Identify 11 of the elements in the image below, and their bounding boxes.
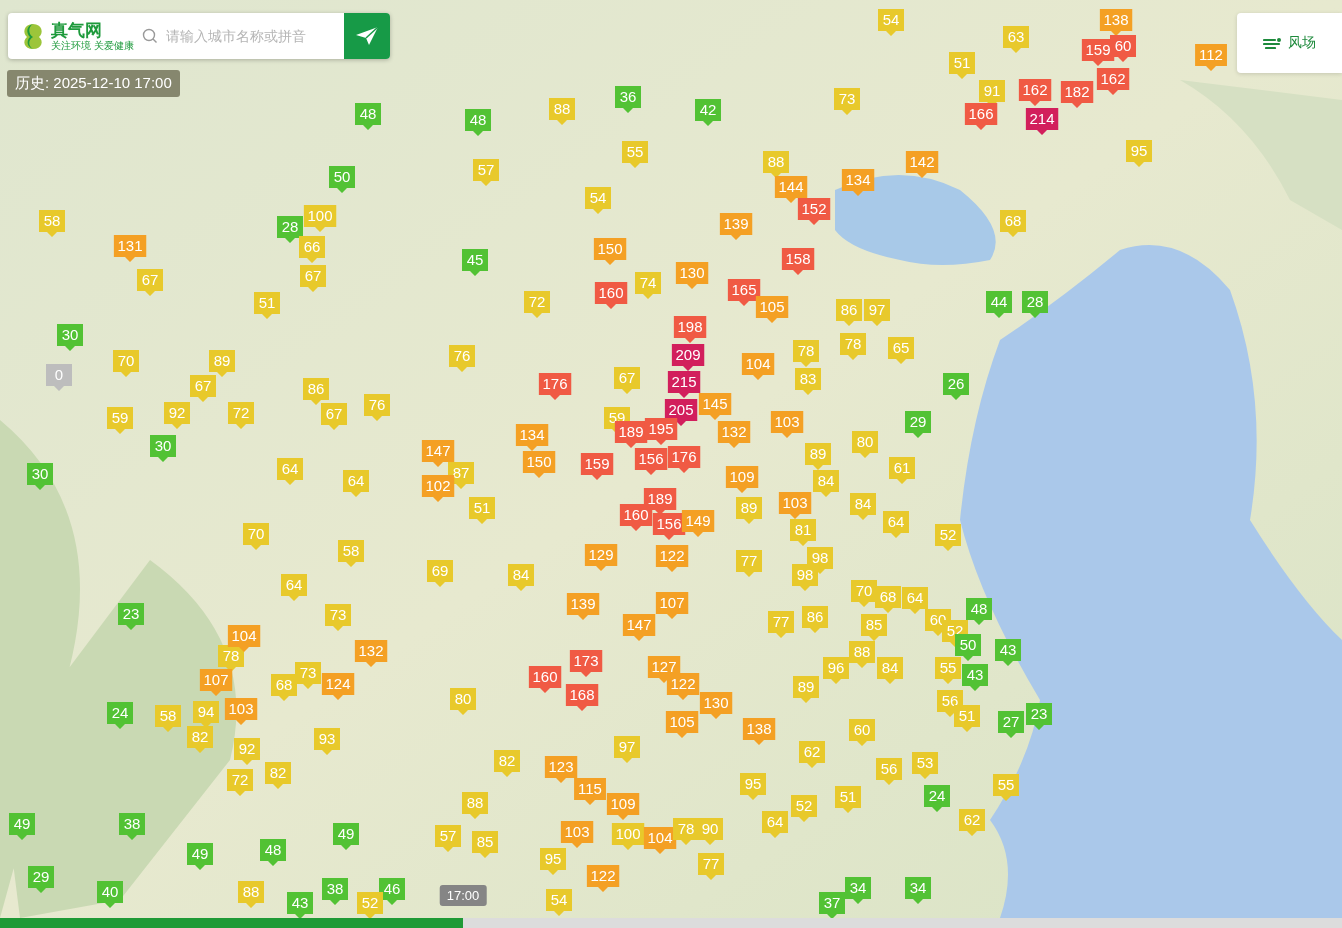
wind-field-button[interactable]: 风场 — [1237, 13, 1342, 73]
wind-icon — [1263, 37, 1283, 49]
paper-plane-icon — [355, 26, 379, 46]
send-button[interactable] — [344, 13, 390, 59]
logo-title: 真气网 — [51, 20, 103, 40]
search-icon — [141, 28, 158, 44]
search-field[interactable]: 请输入城市名称或拼音 — [163, 27, 308, 45]
logo-tagline: 关注环境 关爱健康 — [51, 39, 134, 52]
timeline-track[interactable] — [0, 918, 1342, 928]
history-time-badge: 历史: 2025-12-10 17:00 — [7, 70, 180, 97]
time-label: 17:00 — [439, 885, 487, 906]
